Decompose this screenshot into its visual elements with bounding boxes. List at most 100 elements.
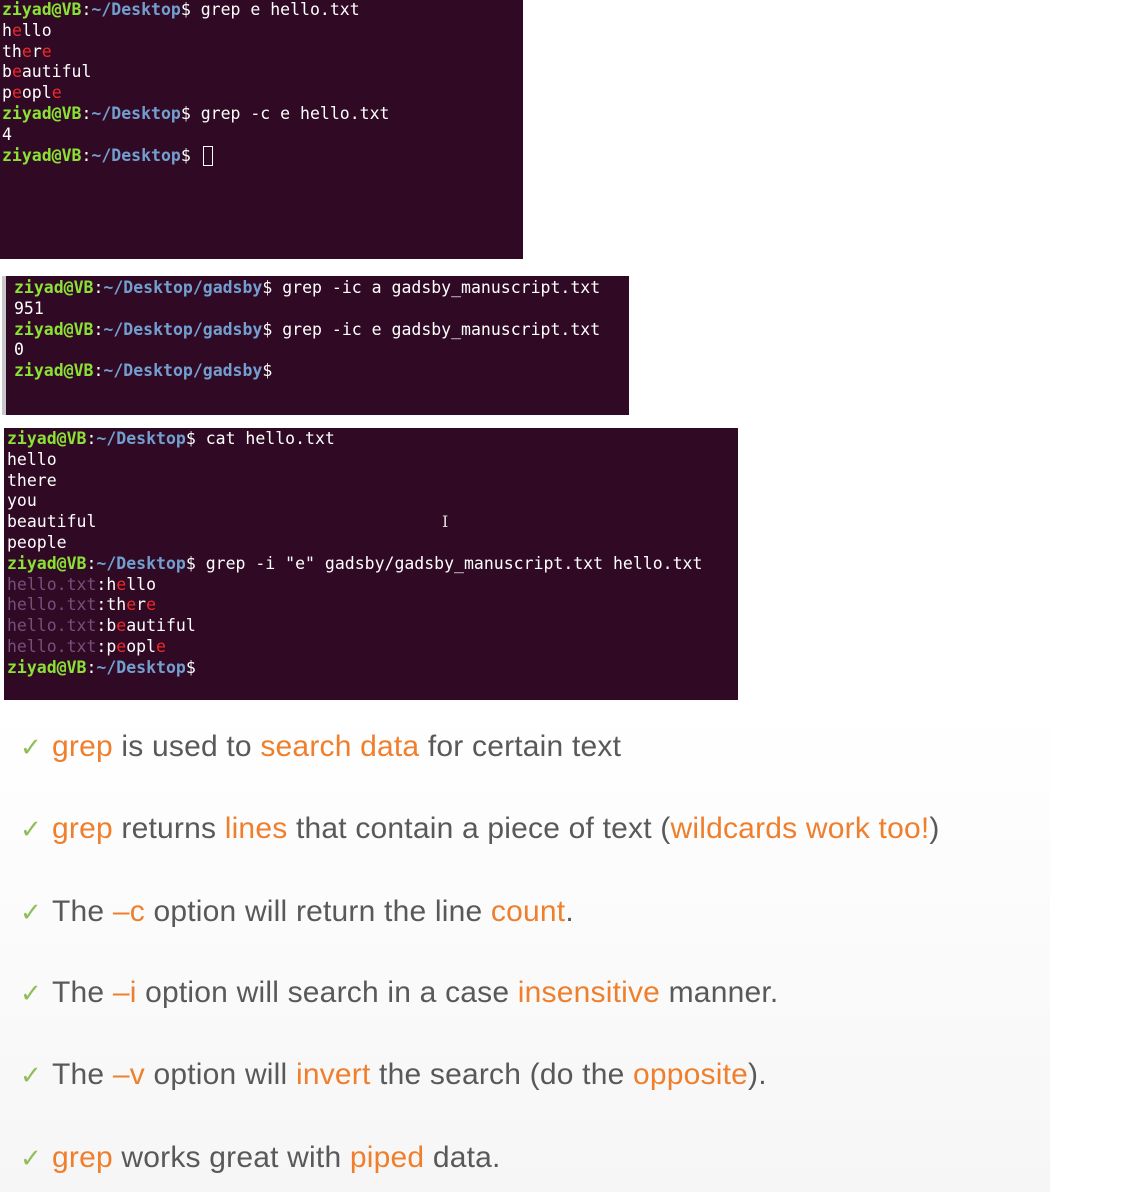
output-text: b: [106, 616, 117, 636]
bullet-highlight: –c: [112, 895, 145, 928]
bullet-item: ✓ The –c option will return the line coun…: [20, 892, 574, 932]
prompt-colon: :: [93, 361, 104, 381]
output-line: there: [7, 471, 738, 492]
bullet-highlight: search data: [260, 730, 420, 763]
filename-prefix: hello.txt: [7, 636, 97, 656]
checkmark-icon: ✓: [20, 978, 42, 1008]
prompt-line: ziyad@VB:~/Desktop/gadsby$ grep -ic e ga…: [14, 320, 629, 341]
prompt-colon: :: [93, 278, 104, 297]
output-line: there: [2, 42, 523, 63]
prompt-path: ~/Desktop/gadsby: [103, 319, 263, 339]
output-text: r: [31, 41, 42, 61]
output-line: hello: [2, 21, 523, 42]
output-text: 0: [14, 340, 24, 360]
prompt-path: ~/Desktop: [96, 657, 186, 677]
command-text: $ grep -ic e gadsby_manuscript.txt: [262, 319, 601, 339]
checkmark-icon: ✓: [20, 1143, 42, 1173]
checkmark-icon: ✓: [20, 1060, 42, 1090]
output-text: opl: [126, 636, 157, 656]
bullet-text: for certain text: [419, 730, 622, 763]
command-text: $: [180, 145, 201, 165]
terminal-cursor[interactable]: [202, 145, 213, 166]
filename-prefix: hello.txt: [7, 616, 97, 636]
bullet-text: ): [929, 812, 940, 845]
command-text: $: [185, 657, 196, 677]
bullet-highlight: insensitive: [517, 976, 661, 1009]
prompt-path: ~/Desktop/gadsby: [103, 361, 263, 381]
prompt-colon: :: [93, 319, 104, 339]
output-line: you: [7, 491, 738, 512]
output-text: autiful: [21, 62, 92, 82]
prompt-colon: :: [81, 0, 92, 19]
output-text: llo: [21, 20, 52, 40]
prompt-line: ziyad@VB:~/Desktop$ cat hello.txt: [7, 429, 738, 450]
text-cursor-ibeam-icon: I: [442, 512, 449, 531]
bullet-text: option will return the line: [144, 895, 491, 928]
prompt-user: ziyad@VB: [2, 145, 82, 165]
bullet-highlight: invert: [295, 1058, 371, 1091]
command-text: $ grep e hello.txt: [180, 0, 360, 19]
bullet-highlight: grep: [52, 1141, 113, 1174]
match-highlight: e: [146, 595, 157, 615]
separator: :: [96, 574, 107, 594]
output-text: opl: [21, 83, 52, 103]
prompt-path: ~/Desktop: [91, 0, 181, 19]
prompt-line: ziyad@VB:~/Desktop$: [7, 658, 738, 679]
prompt-line: ziyad@VB:~/Desktop$ grep e hello.txt: [2, 0, 523, 21]
command-text: $ cat hello.txt: [185, 429, 335, 448]
bullet-text: works great with: [112, 1141, 350, 1174]
prompt-path: ~/Desktop/gadsby: [103, 278, 263, 297]
bullet-text: The: [52, 976, 113, 1009]
match-highlight: e: [51, 83, 62, 103]
output-line: beautiful: [7, 512, 738, 533]
checkmark-icon: ✓: [20, 732, 42, 762]
bullet-text: The: [52, 1058, 113, 1091]
separator: :: [96, 595, 107, 615]
prompt-user: ziyad@VB: [14, 319, 94, 339]
bullet-highlight: –v: [112, 1058, 145, 1091]
prompt-colon: :: [81, 145, 92, 165]
output-text: beautiful: [7, 512, 97, 532]
prompt-colon: :: [81, 103, 92, 123]
prompt-user: ziyad@VB: [7, 657, 87, 677]
bullet-item: ✓ grep is used to search data for certain…: [20, 727, 621, 767]
output-line: hello.txt:beautiful: [7, 616, 738, 637]
command-text: $: [262, 361, 273, 381]
summary-slide: ✓ grep is used to search data for certain…: [0, 708, 1050, 1192]
filename-prefix: hello.txt: [7, 574, 97, 594]
terminal-window-3[interactable]: ziyad@VB:~/Desktop$ cat hello.txt hello …: [4, 428, 738, 700]
bullet-text: option will search in a case: [136, 976, 518, 1009]
output-text: 951: [14, 298, 44, 318]
prompt-line: ziyad@VB:~/Desktop/gadsby$ grep -ic a ga…: [14, 278, 629, 299]
match-highlight: e: [116, 616, 127, 636]
match-highlight: e: [11, 62, 22, 82]
prompt-user: ziyad@VB: [7, 553, 87, 573]
match-highlight: e: [11, 20, 22, 40]
bullet-text: manner.: [660, 976, 779, 1009]
command-text: $ grep -i "e" gadsby/gadsby_manuscript.t…: [185, 553, 703, 573]
filename-prefix: hello.txt: [7, 595, 97, 615]
bullet-highlight: grep: [52, 730, 113, 763]
output-text: th: [2, 41, 22, 61]
output-line: 0: [14, 340, 629, 361]
separator: :: [96, 636, 107, 656]
output-text: th: [106, 595, 127, 615]
command-text: $ grep -c e hello.txt: [180, 103, 390, 123]
output-text: p: [106, 636, 117, 656]
terminal-window-2[interactable]: ziyad@VB:~/Desktop/gadsby$ grep -ic a ga…: [2, 276, 629, 415]
output-text: autiful: [126, 616, 196, 636]
match-highlight: e: [126, 595, 137, 615]
bullet-text: that contain a piece of text (: [287, 812, 671, 845]
bullet-highlight: lines: [224, 812, 288, 845]
output-text: you: [7, 491, 37, 511]
bullet-highlight: –i: [112, 976, 137, 1009]
output-text: 4: [2, 124, 12, 144]
prompt-colon: :: [86, 657, 97, 677]
match-highlight: e: [156, 636, 166, 656]
output-line: beautiful: [2, 62, 523, 83]
bullet-item: ✓ grep works great with piped data.: [20, 1138, 501, 1178]
output-text: there: [7, 470, 57, 490]
prompt-line: ziyad@VB:~/Desktop$: [2, 145, 523, 167]
prompt-path: ~/Desktop: [96, 429, 186, 448]
terminal-window-1[interactable]: ziyad@VB:~/Desktop$ grep e hello.txt hel…: [0, 0, 523, 259]
